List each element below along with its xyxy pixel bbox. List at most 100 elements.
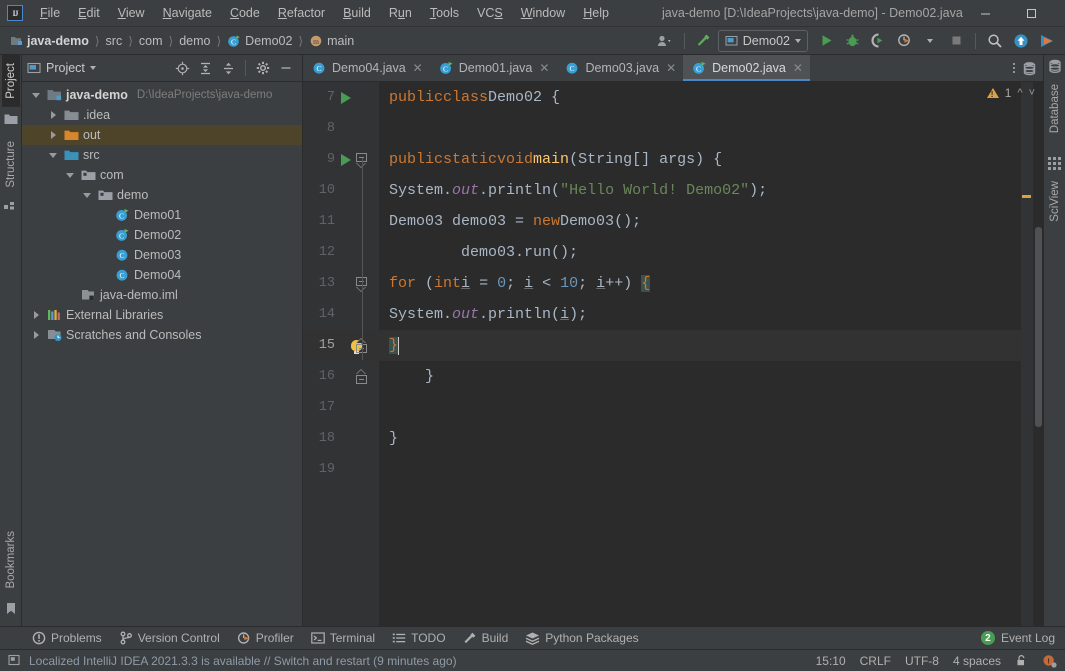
sidebar-item-sciview[interactable]: SciView: [1046, 173, 1064, 230]
code-line[interactable]: System.out.println(i);: [379, 299, 1021, 330]
tree-node-java-demo-iml[interactable]: java-demo.iml: [22, 285, 302, 305]
warning-stripe-marker[interactable]: [1022, 195, 1031, 198]
line-separator-widget[interactable]: CRLF: [860, 654, 891, 668]
menu-run[interactable]: Run: [380, 3, 421, 23]
chevron-right-icon[interactable]: [29, 328, 43, 342]
menu-help[interactable]: Help: [574, 3, 618, 23]
scrollbar-thumb[interactable]: [1035, 227, 1042, 427]
chevron-right-icon[interactable]: [29, 308, 43, 322]
breadcrumb-item-com[interactable]: com: [135, 32, 167, 50]
gutter-line[interactable]: 18: [303, 423, 379, 454]
menu-navigate[interactable]: Navigate: [154, 3, 221, 23]
chevron-down-icon[interactable]: [90, 66, 96, 70]
collapse-all-button[interactable]: [217, 57, 239, 79]
encoding-widget[interactable]: UTF-8: [905, 654, 939, 668]
menu-window[interactable]: Window: [512, 3, 574, 23]
gutter-line[interactable]: 13: [303, 268, 379, 299]
minimize-button[interactable]: [963, 0, 1009, 27]
tree-node-demo04[interactable]: CDemo04: [22, 265, 302, 285]
tree-node-java-demo[interactable]: java-demoD:\IdeaProjects\java-demo: [22, 85, 302, 105]
menu-edit[interactable]: Edit: [69, 3, 109, 23]
gutter-line[interactable]: 11: [303, 206, 379, 237]
search-everywhere-button[interactable]: [983, 30, 1007, 52]
code-line[interactable]: }: [379, 330, 1021, 361]
sidebar-item-database[interactable]: Database: [1046, 76, 1064, 141]
code-editor[interactable]: public class Demo02 { public static void…: [379, 82, 1021, 626]
editor-scrollbar[interactable]: [1033, 82, 1043, 626]
code-line[interactable]: public static void main(String[] args) {: [379, 144, 1021, 175]
close-tab-icon[interactable]: ✕: [666, 61, 676, 75]
gutter-line[interactable]: 15: [303, 330, 379, 361]
chevron-down-icon[interactable]: [80, 188, 94, 202]
code-line[interactable]: Demo03 demo03 = new Demo03();: [379, 206, 1021, 237]
tree-node-scratches-and-consoles[interactable]: Scratches and Consoles: [22, 325, 302, 345]
menu-code[interactable]: Code: [221, 3, 269, 23]
tool-window-button-problems[interactable]: Problems: [24, 629, 110, 647]
gutter-line[interactable]: 8: [303, 113, 379, 144]
update-project-button[interactable]: [1009, 30, 1033, 52]
code-fold-up-icon[interactable]: [356, 370, 367, 384]
code-line[interactable]: [379, 392, 1021, 423]
gutter-line[interactable]: 14: [303, 299, 379, 330]
tool-window-button-version-control[interactable]: Version Control: [111, 629, 228, 647]
tool-window-button-python-packages[interactable]: Python Packages: [517, 629, 646, 647]
tree-node-demo02[interactable]: CDemo02: [22, 225, 302, 245]
menu-vcs[interactable]: VCS: [468, 3, 512, 23]
run-configuration-selector[interactable]: Demo02: [718, 30, 808, 52]
stop-button[interactable]: [944, 30, 968, 52]
editor-tab-demo01[interactable]: CDemo01.java✕: [430, 55, 557, 81]
editor-tab-demo04[interactable]: CDemo04.java✕: [303, 55, 430, 81]
menu-refactor[interactable]: Refactor: [269, 3, 334, 23]
editor-tab-demo02[interactable]: CDemo02.java✕: [683, 55, 810, 81]
code-line[interactable]: }: [379, 423, 1021, 454]
indent-widget[interactable]: 4 spaces: [953, 654, 1001, 668]
tab-options-icon[interactable]: [1006, 63, 1022, 73]
breadcrumb-item-project[interactable]: java-demo: [6, 32, 93, 50]
status-message[interactable]: Localized IntelliJ IDEA 2021.3.3 is avai…: [29, 654, 457, 668]
gutter-line[interactable]: 16: [303, 361, 379, 392]
code-line[interactable]: System.out.println("Hello World! Demo02"…: [379, 175, 1021, 206]
tree-node-com[interactable]: com: [22, 165, 302, 185]
gutter-line[interactable]: 9: [303, 144, 379, 175]
tool-window-button-build[interactable]: Build: [455, 629, 517, 647]
close-button[interactable]: [1055, 0, 1065, 27]
code-line[interactable]: public class Demo02 {: [379, 82, 1021, 113]
tool-window-button-todo[interactable]: TODO: [384, 629, 453, 647]
sidebar-item-project[interactable]: Project: [2, 55, 20, 107]
gutter-line[interactable]: 10: [303, 175, 379, 206]
profile-button[interactable]: [892, 30, 916, 52]
close-tab-icon[interactable]: ✕: [539, 61, 549, 75]
sidebar-item-structure[interactable]: Structure: [2, 133, 20, 196]
code-line[interactable]: [379, 113, 1021, 144]
tool-window-button-terminal[interactable]: Terminal: [303, 629, 383, 647]
settings-button[interactable]: [252, 57, 274, 79]
run-gutter-icon[interactable]: [341, 154, 351, 166]
menu-tools[interactable]: Tools: [421, 3, 468, 23]
write-access-widget[interactable]: [1015, 654, 1028, 667]
event-log-button[interactable]: 2Event Log: [981, 631, 1065, 645]
breadcrumb-item-src[interactable]: src: [102, 32, 127, 50]
tree-node-demo03[interactable]: CDemo03: [22, 245, 302, 265]
run-gutter-icon[interactable]: [341, 92, 351, 104]
code-line[interactable]: for (int i = 0; i < 10; i++) {: [379, 268, 1021, 299]
tree-node-src[interactable]: src: [22, 145, 302, 165]
code-line[interactable]: }: [379, 361, 1021, 392]
user-profile-button[interactable]: [653, 30, 677, 52]
previous-highlight-icon[interactable]: ^: [1017, 87, 1022, 99]
editor-tab-demo03[interactable]: CDemo03.java✕: [556, 55, 683, 81]
build-project-button[interactable]: [692, 30, 716, 52]
close-tab-icon[interactable]: ✕: [793, 61, 803, 75]
chevron-down-icon[interactable]: [63, 168, 77, 182]
maximize-button[interactable]: [1009, 0, 1055, 27]
code-line[interactable]: [379, 454, 1021, 485]
error-stripe-marker-bar[interactable]: [1021, 82, 1033, 626]
tree-node-out[interactable]: out: [22, 125, 302, 145]
expand-all-button[interactable]: [194, 57, 216, 79]
menu-file[interactable]: File: [31, 3, 69, 23]
notification-icon[interactable]: [8, 654, 21, 667]
select-opened-file-button[interactable]: [171, 57, 193, 79]
tree-node-idea[interactable]: .idea: [22, 105, 302, 125]
tool-window-button-profiler[interactable]: Profiler: [229, 629, 302, 647]
breadcrumb-item-demo[interactable]: demo: [175, 32, 214, 50]
close-tab-icon[interactable]: ✕: [413, 61, 423, 75]
